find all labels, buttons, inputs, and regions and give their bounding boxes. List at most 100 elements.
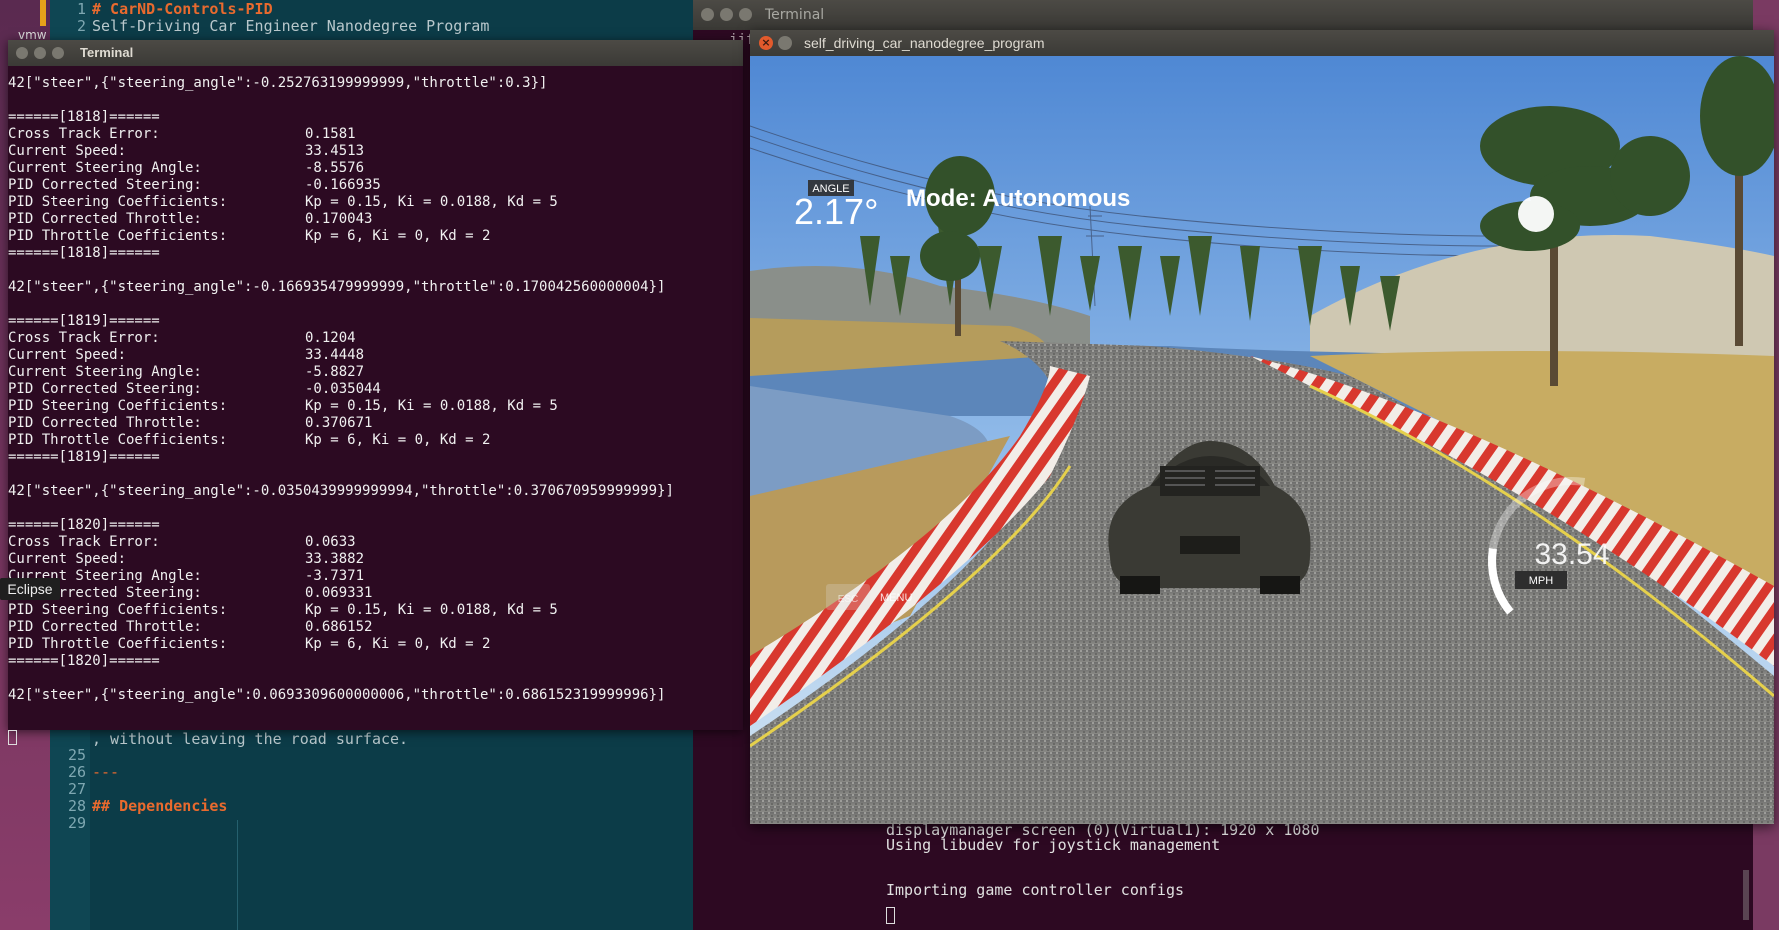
terminal-line: Current Speed: 33.3882 <box>8 551 364 568</box>
terminal-line: 42["steer",{"steering_angle":0.069330960… <box>8 687 666 703</box>
speed-unit: MPH <box>1529 575 1554 587</box>
metric-label: Current Speed: <box>8 347 127 363</box>
terminal-cursor <box>886 907 895 924</box>
metric-value: 0.370671 <box>305 415 373 431</box>
menu-label: MENU <box>880 592 912 604</box>
metric-value: -8.5576 <box>305 160 365 176</box>
terminal-line: ======[1820]====== <box>8 653 160 669</box>
close-button[interactable] <box>16 47 28 59</box>
window-title: Terminal <box>80 45 134 60</box>
terminal-line: 42["steer",{"steering_angle":-0.03504399… <box>8 483 674 499</box>
metric-label: PID Corrected Steering: <box>8 381 202 397</box>
metric-label: Cross Track Error: <box>8 534 160 550</box>
minimize-button[interactable] <box>34 47 46 59</box>
metric-label: PID Steering Coefficients: <box>8 398 228 414</box>
terminal-line: ======[1819]====== <box>8 449 160 465</box>
minimize-button[interactable] <box>778 36 792 50</box>
terminal-line: ======[1820]====== <box>8 517 160 533</box>
metric-value: 33.4448 <box>305 347 365 363</box>
terminal-line: Current Speed: 33.4513 <box>8 143 364 160</box>
metric-label: PID Corrected Throttle: <box>8 211 202 227</box>
simulator-window[interactable]: × self_driving_car_nanodegree_program AN… <box>750 30 1774 824</box>
metric-label: PID Throttle Coefficients: <box>8 228 228 244</box>
metric-label: PID Steering Coefficients: <box>8 602 228 618</box>
mode-label: Mode: Autonomous <box>906 185 1130 212</box>
metric-value: Kp = 6, Ki = 0, Kd = 2 <box>305 636 491 652</box>
minimize-button[interactable] <box>720 8 733 21</box>
speed-value: 33.54 <box>1534 538 1609 571</box>
metric-value: 0.170043 <box>305 211 373 227</box>
simulator-scene[interactable]: ANGLE 2.17° Mode: Autonomous 33.54 MPH E… <box>750 56 1774 824</box>
terminal-line: Using libudev for joystick management <box>886 836 1221 854</box>
metric-value: -3.7371 <box>305 568 365 584</box>
metric-label: PID Corrected Steering: <box>8 177 202 193</box>
metric-label: Current Steering Angle: <box>8 160 202 176</box>
metric-value: 0.069331 <box>305 585 373 601</box>
close-button[interactable] <box>701 8 714 21</box>
metric-value: 33.4513 <box>305 143 365 159</box>
terminal-line: Current Speed: 33.4448 <box>8 347 364 364</box>
terminal-line: PID Steering Coefficients: Kp = 0.15, Ki … <box>8 194 558 211</box>
terminal-line: ======[1818]====== <box>8 245 160 261</box>
scrollbar[interactable] <box>1743 870 1749 920</box>
terminal-titlebar[interactable]: Terminal <box>693 0 1753 30</box>
terminal-line: Current Steering Angle: -5.8827 <box>8 364 364 381</box>
esc-label: ESC <box>838 594 859 605</box>
terminal-line: PID Corrected Throttle: 0.686152 <box>8 619 372 636</box>
front-terminal-window[interactable]: Terminal 42["steer",{"steering_angle":-0… <box>8 40 743 745</box>
metric-label: Current Speed: <box>8 143 127 159</box>
terminal-line: Importing game controller configs <box>886 881 1185 899</box>
line-text: ## Dependencies <box>92 797 228 815</box>
metric-label: PID Steering Coefficients: <box>8 194 228 210</box>
line-text: , without leaving the road surface. <box>92 730 409 748</box>
terminal-line: PID Corrected Throttle: 0.370671 <box>8 415 372 432</box>
metric-value: -0.035044 <box>305 381 381 397</box>
metric-value: Kp = 0.15, Ki = 0.0188, Kd = 5 <box>305 602 558 618</box>
line-number: 2 <box>76 17 86 35</box>
window-title: Terminal <box>765 7 825 23</box>
terminal-line: PID Throttle Coefficients: Kp = 6, Ki = 0… <box>8 228 490 245</box>
metric-value: 33.3882 <box>305 551 365 567</box>
maximize-button[interactable] <box>52 47 64 59</box>
editor-divider <box>237 820 238 930</box>
metric-value: 0.1581 <box>305 126 356 142</box>
launcher-icon[interactable] <box>40 0 46 26</box>
terminal-line: PID Throttle Coefficients: Kp = 6, Ki = 0… <box>8 432 490 449</box>
terminal-line: 42["steer",{"steering_angle":-0.16693547… <box>8 279 666 295</box>
angle-value: 2.17° <box>794 191 878 232</box>
terminal-line: ======[1819]====== <box>8 313 160 329</box>
metric-value: Kp = 0.15, Ki = 0.0188, Kd = 5 <box>305 194 558 210</box>
metric-label: Cross Track Error: <box>8 330 160 346</box>
metric-label: PID Throttle Coefficients: <box>8 636 228 652</box>
metric-value: Kp = 0.15, Ki = 0.0188, Kd = 5 <box>305 398 558 414</box>
terminal-output[interactable]: 42["steer",{"steering_angle":-0.25276319… <box>8 66 743 730</box>
metric-label: PID Corrected Throttle: <box>8 619 202 635</box>
eclipse-tooltip: Eclipse <box>0 578 60 600</box>
metric-value: 0.0633 <box>305 534 356 550</box>
terminal-cursor <box>8 730 17 745</box>
metric-value: -5.8827 <box>305 364 365 380</box>
metric-value: 0.686152 <box>305 619 373 635</box>
terminal-titlebar[interactable]: Terminal <box>8 40 743 66</box>
terminal-line: Cross Track Error: 0.0633 <box>8 534 356 551</box>
line-text: Self-Driving Car Engineer Nanodegree Pro… <box>92 17 490 35</box>
close-button[interactable]: × <box>759 36 773 50</box>
terminal-line: Current Steering Angle: -8.5576 <box>8 160 364 177</box>
window-title: self_driving_car_nanodegree_program <box>804 35 1045 51</box>
metric-value: Kp = 6, Ki = 0, Kd = 2 <box>305 228 491 244</box>
terminal-line: PID Steering Coefficients: Kp = 0.15, Ki … <box>8 602 558 619</box>
terminal-line: Cross Track Error: 0.1204 <box>8 330 356 347</box>
metric-label: PID Corrected Throttle: <box>8 415 202 431</box>
line-number: 29 <box>67 814 86 832</box>
metric-value: Kp = 6, Ki = 0, Kd = 2 <box>305 432 491 448</box>
terminal-line: Cross Track Error: 0.1581 <box>8 126 356 143</box>
sun <box>1518 196 1554 232</box>
terminal-line: PID Corrected Steering: -0.035044 <box>8 381 381 398</box>
metric-label: Cross Track Error: <box>8 126 160 142</box>
metric-label: PID Throttle Coefficients: <box>8 432 228 448</box>
metric-value: 0.1204 <box>305 330 356 346</box>
terminal-line: 42["steer",{"steering_angle":-0.25276319… <box>8 75 548 91</box>
maximize-button[interactable] <box>739 8 752 21</box>
simulator-titlebar[interactable]: × self_driving_car_nanodegree_program <box>750 30 1774 56</box>
metric-label: Current Steering Angle: <box>8 364 202 380</box>
